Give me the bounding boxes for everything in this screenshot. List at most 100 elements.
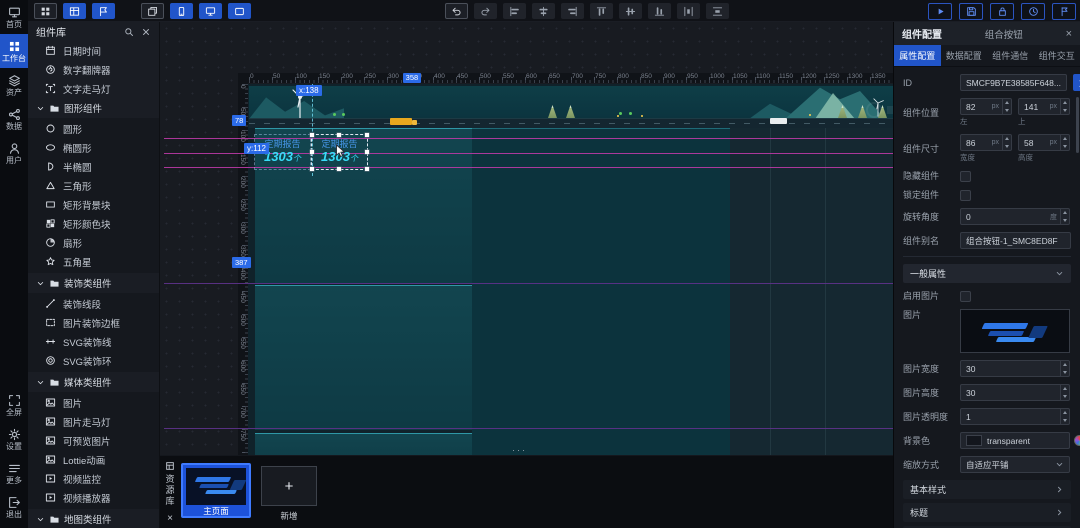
- artboard-right-zone[interactable]: [730, 128, 893, 455]
- stepper-down-icon[interactable]: [1061, 393, 1069, 401]
- close-icon[interactable]: [141, 27, 151, 37]
- alias-input[interactable]: 组合按钮-1_SMC8ED8F: [960, 232, 1071, 249]
- section-title[interactable]: 标题: [903, 503, 1071, 522]
- scale-mode-select[interactable]: 自适应平铺: [960, 456, 1070, 473]
- rail-item-settings[interactable]: 设置: [0, 422, 28, 456]
- library-item-video-monitor[interactable]: 视频监控: [28, 469, 159, 488]
- redo-button[interactable]: [474, 3, 497, 19]
- layers-view-button[interactable]: [92, 3, 115, 19]
- h-ruler-guide-badge[interactable]: 358: [403, 73, 422, 83]
- h-ruler[interactable]: 0501001502002503003504004505005506006507…: [238, 73, 893, 83]
- rail-item-fullscreen[interactable]: 全屏: [0, 388, 28, 422]
- stepper-down-icon[interactable]: [1003, 143, 1011, 151]
- rail-item-user[interactable]: 用户: [0, 136, 28, 170]
- grid-view-button[interactable]: [63, 3, 86, 19]
- stepper-up-icon[interactable]: [1061, 361, 1069, 369]
- library-item-svg-line[interactable]: SVG装饰线: [28, 332, 159, 351]
- resize-handle[interactable]: [365, 133, 369, 137]
- align-left-button[interactable]: [503, 3, 526, 19]
- publish-button[interactable]: [1052, 3, 1076, 20]
- scene-strip-component[interactable]: [249, 86, 893, 128]
- library-item-ellipse[interactable]: 椭圆形: [28, 138, 159, 157]
- tab-component-communication[interactable]: 组件通信: [987, 45, 1034, 66]
- rail-item-exit[interactable]: 退出: [0, 490, 28, 524]
- position-y-stepper[interactable]: 141px: [1018, 98, 1070, 115]
- stepper-up-icon[interactable]: [1003, 135, 1011, 143]
- library-item-half-ellipse[interactable]: 半椭圆: [28, 157, 159, 176]
- library-folder-decoration[interactable]: 装饰类组件: [28, 273, 159, 293]
- library-item-star[interactable]: 五角星: [28, 252, 159, 271]
- image-width-stepper[interactable]: 30: [960, 360, 1070, 377]
- history-button[interactable]: [1021, 3, 1045, 20]
- resize-handle[interactable]: [310, 150, 314, 154]
- resize-handle[interactable]: [365, 150, 369, 154]
- tab-data-config[interactable]: 数据配置: [941, 45, 988, 66]
- stepper-up-icon[interactable]: [1061, 409, 1069, 417]
- library-item-text-marquee[interactable]: 文字走马灯: [28, 79, 159, 98]
- save-button[interactable]: [959, 3, 983, 20]
- rail-item-assets[interactable]: 资产: [0, 68, 28, 102]
- rail-item-home[interactable]: 首页: [0, 0, 28, 34]
- library-item-preview-image[interactable]: 可预览图片: [28, 431, 159, 450]
- resource-library-tab[interactable]: 资源库 ×: [162, 461, 178, 524]
- guide-line-purple[interactable]: [164, 283, 893, 284]
- add-page-button[interactable]: +: [261, 466, 317, 506]
- config-close-button[interactable]: ×: [1066, 28, 1072, 40]
- hide-component-checkbox[interactable]: [960, 171, 971, 182]
- rail-item-more[interactable]: 更多: [0, 456, 28, 490]
- resize-handle[interactable]: [310, 133, 314, 137]
- canvas-viewport[interactable]: 0501001502002503003504004505005506006507…: [160, 22, 893, 455]
- guide-line-purple[interactable]: [164, 428, 893, 429]
- undo-button[interactable]: [445, 3, 468, 19]
- stepper-down-icon[interactable]: [1061, 217, 1069, 225]
- v-ruler-guide-badge[interactable]: 78: [232, 115, 246, 126]
- library-item-rect-bg[interactable]: 矩形背景块: [28, 195, 159, 214]
- resize-handle[interactable]: [310, 167, 314, 171]
- device-desktop-button[interactable]: [199, 3, 222, 19]
- library-folder-media[interactable]: 媒体类组件: [28, 372, 159, 392]
- library-item-lottie[interactable]: Lottie动画: [28, 450, 159, 469]
- library-item-image[interactable]: 图片: [28, 393, 159, 412]
- general-properties-section[interactable]: 一般属性: [903, 264, 1071, 283]
- enable-image-checkbox[interactable]: [960, 291, 971, 302]
- section-basic-style[interactable]: 基本样式: [903, 480, 1071, 499]
- resize-handle[interactable]: [337, 167, 341, 171]
- preview-button[interactable]: [928, 3, 952, 20]
- copy-button[interactable]: [141, 3, 164, 19]
- id-input[interactable]: SMCF9B7E38585F648...: [960, 74, 1067, 91]
- library-folder-map[interactable]: 地图类组件: [28, 509, 159, 528]
- library-item-video-player[interactable]: 视频播放器: [28, 488, 159, 507]
- stepper-up-icon[interactable]: [1061, 385, 1069, 393]
- bg-color-input[interactable]: transparent: [960, 432, 1070, 449]
- library-item-deco-frame[interactable]: 图片装饰边框: [28, 313, 159, 332]
- library-item-triangle[interactable]: 三角形: [28, 176, 159, 195]
- stepper-down-icon[interactable]: [1061, 369, 1069, 377]
- page-thumbnail-active[interactable]: 主页面: [181, 463, 251, 518]
- library-item-deco-line[interactable]: 装饰线段: [28, 294, 159, 313]
- distribute-horizontal-button[interactable]: [677, 3, 700, 19]
- library-item-svg-ring[interactable]: SVG装饰环: [28, 351, 159, 370]
- canvas-more-handle[interactable]: ···: [512, 445, 527, 455]
- size-width-stepper[interactable]: 86px: [960, 134, 1012, 151]
- color-picker-icon[interactable]: [1074, 435, 1080, 446]
- library-item-counter[interactable]: 数字翻牌器: [28, 60, 159, 79]
- library-item-sector[interactable]: 扇形: [28, 233, 159, 252]
- v-ruler-guide-badge[interactable]: 387: [232, 257, 251, 268]
- rail-item-data[interactable]: 数据: [0, 102, 28, 136]
- resource-tab-close[interactable]: ×: [167, 513, 173, 524]
- stepper-up-icon[interactable]: [1003, 99, 1011, 107]
- library-folder-shapes[interactable]: 图形组件: [28, 98, 159, 118]
- panel-component[interactable]: [472, 128, 730, 455]
- library-item-datetime[interactable]: 日期时间: [28, 41, 159, 60]
- align-right-button[interactable]: [561, 3, 584, 19]
- copy-id-button[interactable]: 复制: [1073, 74, 1080, 91]
- distribute-vertical-button[interactable]: [706, 3, 729, 19]
- stepper-down-icon[interactable]: [1061, 107, 1069, 115]
- resize-handle[interactable]: [365, 167, 369, 171]
- rotate-stepper[interactable]: 0度: [960, 208, 1070, 225]
- stepper-up-icon[interactable]: [1061, 135, 1069, 143]
- library-toggle-button[interactable]: [34, 3, 57, 19]
- tab-component-interaction[interactable]: 组件交互: [1034, 45, 1080, 66]
- resize-handle[interactable]: [337, 133, 341, 137]
- lock-component-checkbox[interactable]: [960, 190, 971, 201]
